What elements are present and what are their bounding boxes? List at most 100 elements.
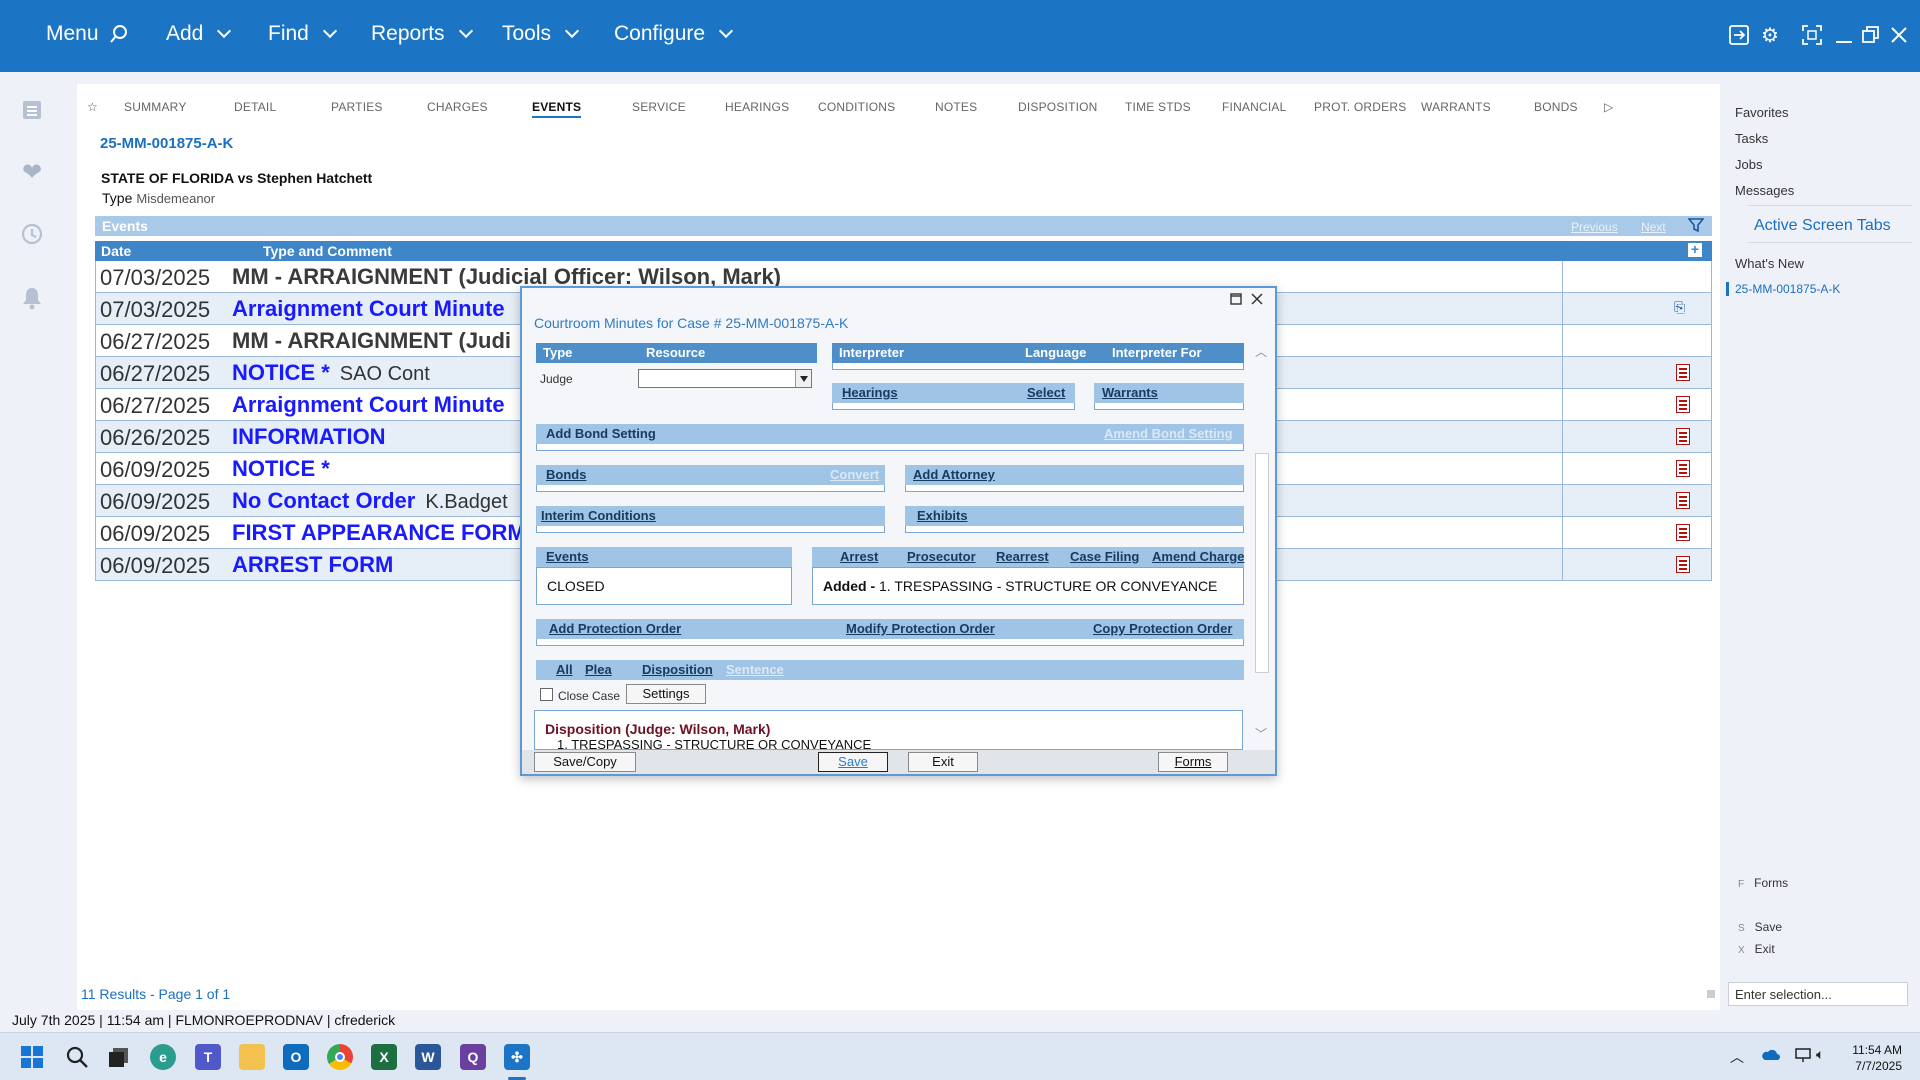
tab-financial[interactable]: FINANCIAL — [1222, 100, 1286, 114]
interim-conditions-link[interactable]: Interim Conditions — [541, 508, 656, 523]
save-copy-button[interactable]: Save/Copy — [534, 752, 636, 772]
menu-button[interactable]: Menu — [46, 22, 129, 46]
network-icon[interactable] — [1794, 1047, 1812, 1068]
active-case-tab[interactable]: 25-MM-001875-A-K — [1726, 282, 1840, 296]
gear-icon[interactable]: ⚙ — [1757, 22, 1783, 48]
sentence-link[interactable]: Sentence — [726, 662, 784, 677]
bonds-link[interactable]: Bonds — [546, 467, 586, 482]
close-icon[interactable] — [1886, 22, 1912, 48]
bell-icon[interactable] — [19, 286, 45, 312]
dialog-scrollbar[interactable]: ︿ ﹀ — [1255, 343, 1269, 743]
court-app-icon[interactable]: ✣ — [504, 1044, 530, 1070]
tab-charges[interactable]: CHARGES — [427, 100, 488, 114]
search-icon[interactable] — [64, 1044, 90, 1070]
history-icon[interactable] — [19, 222, 45, 248]
chrome-icon[interactable] — [327, 1044, 353, 1070]
tools-menu[interactable]: Tools — [502, 22, 580, 46]
tab-events[interactable]: EVENTS — [532, 100, 582, 118]
pdf-document-icon[interactable] — [1676, 428, 1690, 445]
event-type-link[interactable]: NOTICE * — [232, 456, 330, 482]
teams-icon[interactable]: T — [195, 1044, 221, 1070]
select-hearing-link[interactable]: Select — [1027, 385, 1065, 400]
file-explorer-icon[interactable] — [239, 1044, 265, 1070]
col-date[interactable]: Date — [101, 243, 131, 259]
outlook-icon[interactable]: O — [283, 1044, 309, 1070]
onedrive-icon[interactable] — [1760, 1047, 1780, 1066]
event-type-link[interactable]: INFORMATION — [232, 424, 386, 450]
excel-icon[interactable]: X — [371, 1044, 397, 1070]
event-type-link[interactable]: No Contact Order K.Badget — [232, 488, 508, 514]
task-view-icon[interactable] — [106, 1044, 132, 1070]
tab-summary[interactable]: SUMMARY — [124, 100, 187, 114]
tab-disposition[interactable]: DISPOSITION — [1018, 100, 1098, 114]
chevron-up-icon[interactable]: ︿ — [1730, 1047, 1744, 1067]
document-search-icon[interactable]: ⎘ — [1674, 299, 1685, 316]
minimize-icon[interactable] — [1831, 22, 1857, 48]
settings-button[interactable]: Settings — [626, 684, 706, 704]
forms-shortcut[interactable]: F Forms — [1738, 876, 1788, 890]
edge-browser-icon[interactable]: e — [150, 1044, 176, 1070]
copy-protection-order-link[interactable]: Copy Protection Order — [1093, 621, 1232, 636]
tab-notes[interactable]: NOTES — [935, 100, 977, 114]
tab-detail[interactable]: DETAIL — [234, 100, 276, 114]
scroll-thumb[interactable] — [1255, 453, 1269, 673]
tab-bonds[interactable]: BONDS — [1534, 100, 1578, 114]
scroll-up-icon[interactable]: ︿ — [1255, 343, 1267, 360]
tasks-link[interactable]: Tasks — [1735, 131, 1768, 146]
app-q-icon[interactable]: Q — [460, 1044, 486, 1070]
dialog-events-link[interactable]: Events — [546, 549, 589, 564]
plea-link[interactable]: Plea — [585, 662, 612, 677]
pdf-document-icon[interactable] — [1676, 492, 1690, 509]
word-icon[interactable]: W — [415, 1044, 441, 1070]
amend-charge-link[interactable]: Amend Charge — [1152, 549, 1244, 564]
tab-service[interactable]: SERVICE — [632, 100, 686, 114]
event-type-link[interactable]: Arraignment Court Minute — [232, 392, 505, 418]
add-event-icon[interactable]: + — [1688, 242, 1702, 257]
case-filing-link[interactable]: Case Filing — [1070, 549, 1139, 564]
hearings-link[interactable]: Hearings — [842, 385, 898, 400]
event-type-link[interactable]: ARREST FORM — [232, 552, 393, 578]
save-button[interactable]: Save — [818, 752, 888, 772]
exit-shortcut[interactable]: X Exit — [1738, 942, 1775, 956]
close-case-checkbox[interactable] — [540, 688, 553, 701]
modify-protection-order-link[interactable]: Modify Protection Order — [846, 621, 995, 636]
tab-conditions[interactable]: CONDITIONS — [818, 100, 895, 114]
pdf-document-icon[interactable] — [1676, 396, 1690, 413]
jobs-link[interactable]: Jobs — [1735, 157, 1762, 172]
pdf-document-icon[interactable] — [1676, 460, 1690, 477]
event-type-link[interactable]: NOTICE * SAO Cont — [232, 360, 430, 386]
event-type-link[interactable]: MM - ARRAIGNMENT (Judi — [232, 328, 511, 354]
event-status-box[interactable]: CLOSED — [536, 567, 792, 605]
rearrest-link[interactable]: Rearrest — [996, 549, 1049, 564]
tab-parties[interactable]: PARTIES — [331, 100, 383, 114]
scroll-down-icon[interactable]: ﹀ — [1255, 725, 1267, 742]
prosecutor-link[interactable]: Prosecutor — [907, 549, 976, 564]
previous-link[interactable]: Previous — [1571, 220, 1618, 234]
filter-icon[interactable] — [1687, 217, 1705, 238]
add-bond-setting-link[interactable]: Add Bond Setting — [546, 426, 656, 441]
find-menu[interactable]: Find — [268, 22, 337, 46]
disposition-link[interactable]: Disposition — [642, 662, 713, 677]
resize-grip[interactable] — [1707, 990, 1715, 998]
sign-out-icon[interactable] — [1726, 22, 1752, 48]
fullscreen-icon[interactable] — [1799, 22, 1825, 48]
col-type-comment[interactable]: Type and Comment — [263, 243, 392, 259]
save-shortcut[interactable]: S Save — [1738, 920, 1782, 934]
configure-menu[interactable]: Configure — [614, 22, 734, 46]
messages-link[interactable]: Messages — [1735, 183, 1794, 198]
exit-button[interactable]: Exit — [908, 752, 978, 772]
add-menu[interactable]: Add — [166, 22, 232, 46]
dialog-close-icon[interactable] — [1251, 292, 1263, 310]
add-attorney-link[interactable]: Add Attorney — [913, 467, 995, 482]
convert-link[interactable]: Convert — [830, 467, 879, 482]
pdf-document-icon[interactable] — [1676, 556, 1690, 573]
favorites-link[interactable]: Favorites — [1735, 105, 1788, 120]
charge-box[interactable]: Added - 1. TRESPASSING - STRUCTURE OR CO… — [812, 567, 1244, 605]
exhibits-link[interactable]: Exhibits — [917, 508, 968, 523]
event-type-link[interactable]: Arraignment Court Minute — [232, 296, 505, 322]
pdf-document-icon[interactable] — [1676, 524, 1690, 541]
next-link[interactable]: Next — [1641, 220, 1666, 234]
favorite-star-icon[interactable]: ☆ — [87, 100, 98, 114]
document-list-icon[interactable] — [19, 98, 45, 124]
forms-button[interactable]: Forms — [1158, 752, 1228, 772]
